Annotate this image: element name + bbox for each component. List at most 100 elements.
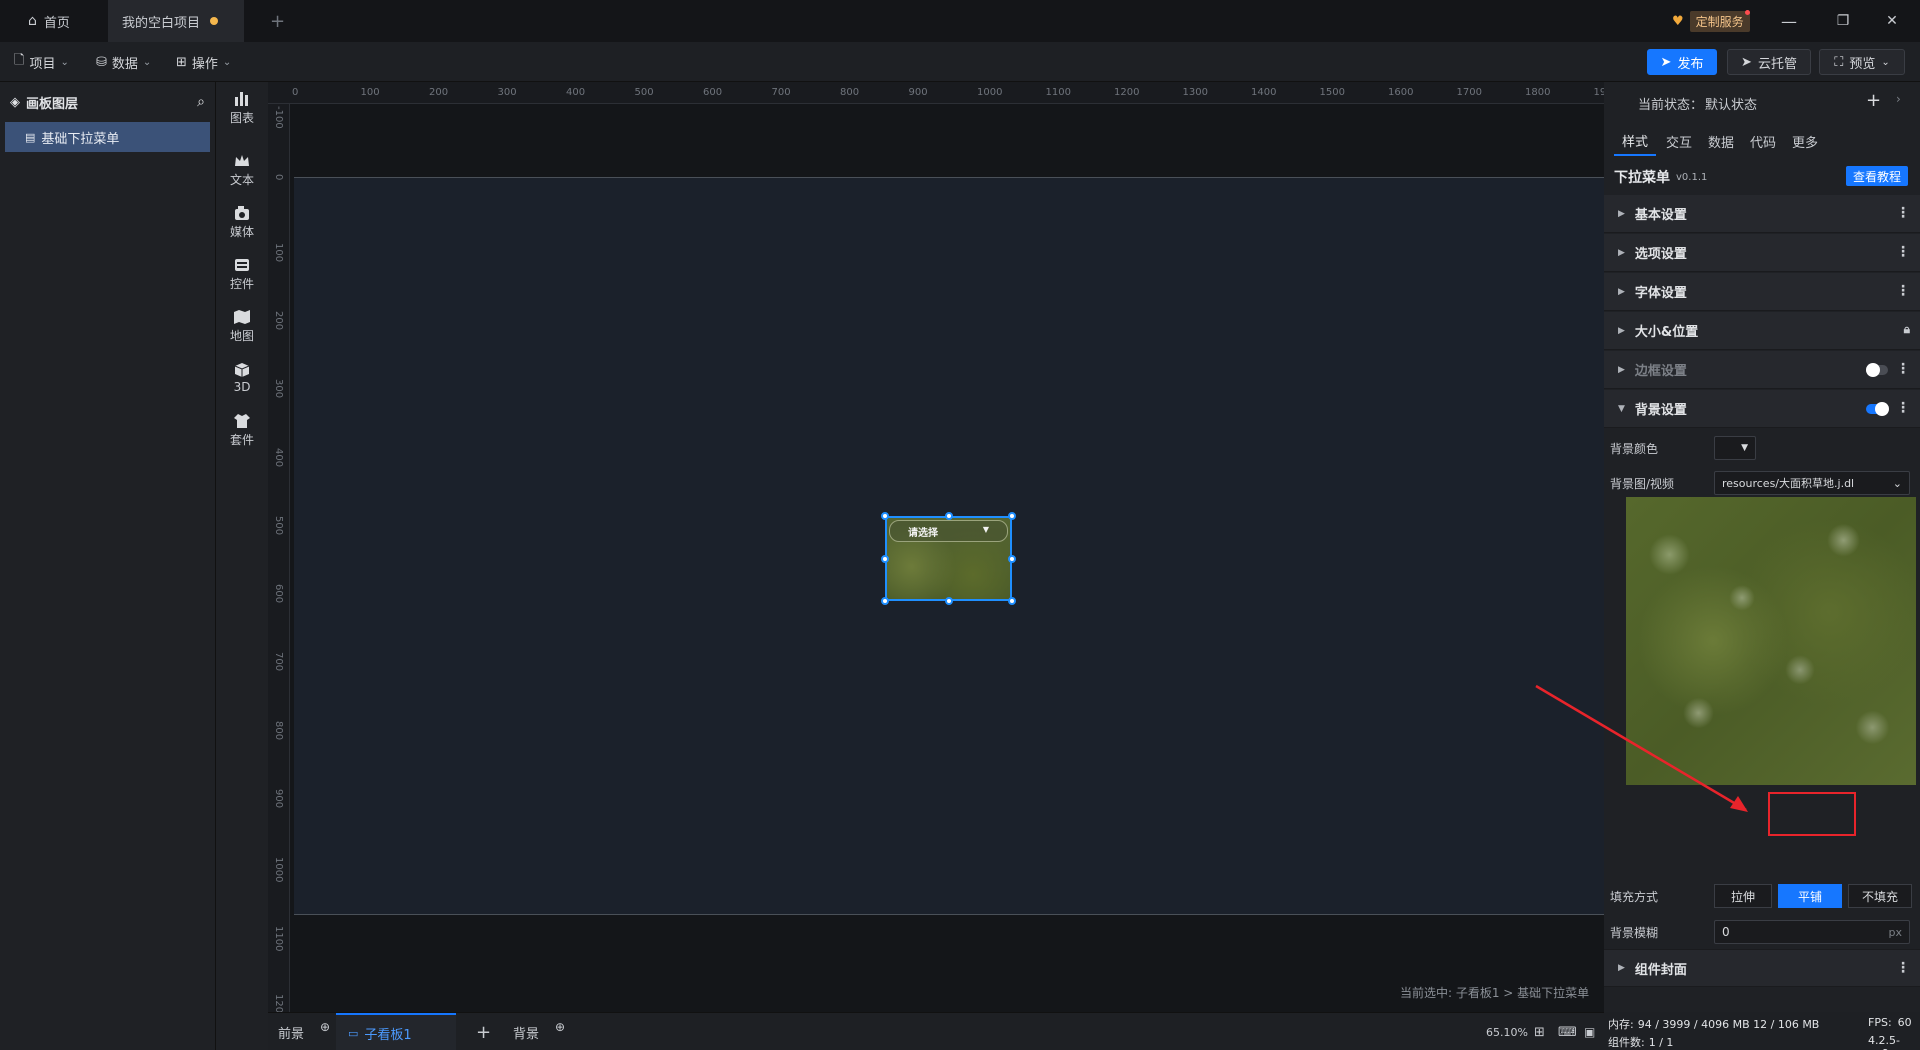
caret-right-icon: ▶ xyxy=(1618,286,1625,297)
dropdown-widget[interactable]: 请选择 ▼ xyxy=(881,512,1016,605)
preview-label: 预览 xyxy=(1849,56,1876,72)
resize-handle[interactable] xyxy=(1008,555,1016,563)
tab-home[interactable]: ⌂ 首页 xyxy=(14,0,118,42)
section-border[interactable]: ▶ 边框设置 ⋮ xyxy=(1604,351,1920,389)
unsaved-dot xyxy=(210,17,219,25)
tool-label: 控件 xyxy=(229,276,254,291)
search-icon[interactable]: ⌕ xyxy=(197,94,205,110)
add-circle-icon[interactable]: ⊕ xyxy=(555,1020,565,1034)
restore-button[interactable]: ❐ xyxy=(1831,10,1855,32)
ruler-tick: 1100 xyxy=(273,925,284,952)
tab-background[interactable]: 背景 ⊕ xyxy=(513,1013,565,1050)
more-vertical-icon[interactable]: ⋮ xyxy=(1896,361,1910,377)
resize-handle[interactable] xyxy=(945,512,953,520)
tool-media[interactable]: 媒体 xyxy=(216,196,268,248)
tab-more[interactable]: 更多 xyxy=(1786,126,1824,156)
state-value: 默认状态 xyxy=(1705,97,1758,113)
app-version: 4.2.5-rc.9 xyxy=(1868,1034,1900,1050)
bg-color-picker[interactable]: ▼ xyxy=(1714,436,1756,460)
annotation-highlight-box xyxy=(1768,792,1856,836)
section-size-position[interactable]: ▶ 大小&位置 🔒︎ xyxy=(1604,312,1920,350)
add-circle-icon[interactable]: ⊕ xyxy=(320,1020,330,1034)
resize-handle[interactable] xyxy=(881,512,889,520)
minimize-button[interactable]: — xyxy=(1777,10,1801,32)
fill-none-option[interactable]: 不填充 xyxy=(1848,884,1912,908)
fill-stretch-option[interactable]: 拉伸 xyxy=(1714,884,1772,908)
preview-button[interactable]: ⛶ 预览 ⌄ xyxy=(1819,49,1905,75)
chevron-down-icon: ⌄ xyxy=(1881,56,1890,68)
chevron-right-icon[interactable]: › xyxy=(1896,92,1901,106)
selection-info: 当前选中: 子看板1 > 基础下拉菜单 xyxy=(1400,986,1590,1000)
menu-data[interactable]: ⛁ 数据 ⌄ xyxy=(96,50,151,74)
layers-panel: ◈ 画板图层 ⌕ ▤ 基础下拉菜单 xyxy=(0,82,216,1050)
count-value: 1 / 1 xyxy=(1648,1035,1674,1049)
tab-interaction[interactable]: 交互 xyxy=(1660,126,1698,156)
tutorial-button[interactable]: 查看教程 xyxy=(1846,166,1908,186)
cloud-host-button[interactable]: ➤ 云托管 xyxy=(1727,49,1811,75)
menu-operations[interactable]: ⊞ 操作 ⌄ xyxy=(176,50,231,74)
tab-subboard[interactable]: ▭ 子看板1 xyxy=(336,1013,456,1050)
section-title: 大小&位置 xyxy=(1634,325,1699,340)
tab-data[interactable]: 数据 xyxy=(1702,126,1740,156)
resize-handle[interactable] xyxy=(1008,597,1016,605)
publish-button[interactable]: ➤ 发布 xyxy=(1647,49,1717,75)
resize-handle[interactable] xyxy=(881,597,889,605)
resize-handle[interactable] xyxy=(945,597,953,605)
bg-blur-unit: px xyxy=(1888,925,1903,939)
tool-kit[interactable]: 套件 xyxy=(216,404,268,456)
monitor-icon: ▭ xyxy=(348,1026,359,1040)
ruler-tick: 1500 xyxy=(1319,87,1345,98)
state-display: 当前状态： 默认状态 xyxy=(1638,92,1757,114)
resize-handle[interactable] xyxy=(881,555,889,563)
menu-data-label: 数据 xyxy=(111,56,138,72)
section-background[interactable]: ▼ 背景设置 ⋮ xyxy=(1604,390,1920,428)
tab-code[interactable]: 代码 xyxy=(1744,126,1782,156)
tool-map[interactable]: 地图 xyxy=(216,300,268,352)
add-state-plus-icon[interactable]: + xyxy=(1866,90,1881,111)
dropdown-select[interactable]: 请选择 ▼ xyxy=(889,520,1008,542)
more-vertical-icon[interactable]: ⋮ xyxy=(1896,400,1910,416)
bg-image-select[interactable]: resources/大面积草地.j.dl ⌄ xyxy=(1714,471,1910,495)
section-options[interactable]: ▶ 选项设置 ⋮ xyxy=(1604,234,1920,272)
lock-icon[interactable]: 🔒︎ xyxy=(1904,322,1910,337)
tab-home-label: 首页 xyxy=(43,15,70,31)
more-vertical-icon[interactable]: ⋮ xyxy=(1896,244,1910,260)
tab-foreground[interactable]: 前景 ⊕ xyxy=(278,1013,330,1050)
tool-label: 文本 xyxy=(229,172,254,187)
ruler-tick: 600 xyxy=(703,87,723,98)
more-vertical-icon[interactable]: ⋮ xyxy=(1896,283,1910,299)
resize-handle[interactable] xyxy=(1008,512,1016,520)
tool-label: 地图 xyxy=(229,328,254,343)
tool-text[interactable]: 文本 xyxy=(216,144,268,196)
tab-project[interactable]: 我的空白项目 xyxy=(108,0,244,42)
bg-blur-input[interactable]: 0 px xyxy=(1714,920,1910,944)
ruler-tick: 800 xyxy=(840,87,860,98)
more-vertical-icon[interactable]: ⋮ xyxy=(1896,960,1910,976)
section-basic[interactable]: ▶ 基本设置 ⋮ xyxy=(1604,195,1920,233)
keyboard-icon[interactable]: ⌨ xyxy=(1558,1013,1577,1050)
more-vertical-icon[interactable]: ⋮ xyxy=(1896,205,1910,221)
custom-service[interactable]: ♥ 定制服务 xyxy=(1672,10,1750,32)
zoom-level[interactable]: 65.10% xyxy=(1486,1013,1528,1050)
ruler-tick: 1300 xyxy=(1182,87,1208,98)
tab-style[interactable]: 样式 xyxy=(1614,126,1656,156)
fill-tile-option[interactable]: 平铺 xyxy=(1778,884,1842,908)
menu-project[interactable]: 🗋 项目 ⌄ xyxy=(14,50,69,74)
tool-3d[interactable]: 3D xyxy=(216,352,268,404)
chevron-down-icon: ⌄ xyxy=(1892,476,1902,490)
background-toggle[interactable] xyxy=(1866,402,1889,416)
new-tab-plus-icon[interactable]: + xyxy=(256,0,299,42)
section-title: 边框设置 xyxy=(1634,364,1687,379)
tool-chart[interactable]: 图表 xyxy=(216,82,268,134)
close-button[interactable]: ✕ xyxy=(1880,10,1904,32)
fit-screen-icon[interactable]: ⊞ xyxy=(1534,1013,1545,1050)
section-font[interactable]: ▶ 字体设置 ⋮ xyxy=(1604,273,1920,311)
layer-item[interactable]: ▤ 基础下拉菜单 xyxy=(5,122,210,152)
tool-widget[interactable]: 控件 xyxy=(216,248,268,300)
terminal-icon[interactable]: ▣ xyxy=(1584,1013,1595,1050)
bg-image-label: 背景图/视频 xyxy=(1610,477,1675,491)
ruler-tick: 300 xyxy=(497,87,517,98)
section-cover[interactable]: ▶ 组件封面 ⋮ xyxy=(1604,949,1920,987)
add-board-plus-icon[interactable]: + xyxy=(476,1013,491,1050)
border-toggle[interactable] xyxy=(1866,363,1888,377)
